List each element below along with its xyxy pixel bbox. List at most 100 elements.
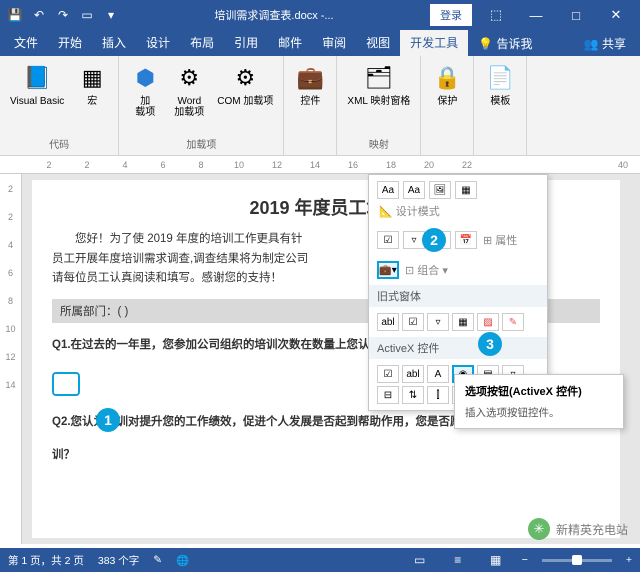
legacy-forms-grid: abl ☑ ▿ ▦ ▨ ✎ [369,307,547,337]
activex-scrollbar-icon[interactable]: ⫿ [427,386,449,404]
web-layout-icon[interactable]: ▦ [484,550,508,570]
xml-mapping-button[interactable]: 🗂 XML 映射窗格 [343,60,414,109]
activex-controls-header: ActiveX 控件 [369,337,547,359]
tab-references[interactable]: 引用 [224,30,268,56]
design-mode-button[interactable]: 📐 设计模式 [379,203,440,219]
legacy-shading-icon[interactable]: ▨ [477,313,499,331]
legacy-tools-button[interactable]: 💼▾ [377,261,399,279]
tab-review[interactable]: 审阅 [312,30,356,56]
tab-layout[interactable]: 布局 [180,30,224,56]
legacy-combobox-icon[interactable]: ▿ [427,313,449,331]
activex-textbox-icon[interactable]: abl [402,365,424,383]
ribbon-tabs: 文件 开始 插入 设计 布局 引用 邮件 审阅 视图 开发工具 💡 告诉我 👥 … [0,30,640,56]
group-code: 📘 Visual Basic ▦ 宏 代码 [0,56,119,155]
lock-icon: 🔒 [431,62,463,94]
xml-mapping-icon: 🗂 [363,62,395,94]
checkbox-control-icon[interactable]: ☑ [377,231,399,249]
addins-icon: ⬢ [129,62,161,94]
callout-2: 2 [422,228,446,252]
group-template: 📄 模板 [474,56,527,155]
group-code-label: 代码 [6,134,112,153]
zoom-in-icon[interactable]: + [626,554,632,566]
legacy-frame-icon[interactable]: ▦ [452,313,474,331]
controls-icon: 💼 [294,62,326,94]
document-title: 培训需求调查表.docx -... [122,7,426,23]
group-addins-label: 加载项 [125,134,277,153]
tab-developer[interactable]: 开发工具 [400,30,468,56]
question-2-cont: 训？ [52,447,600,464]
close-icon[interactable]: ✕ [596,0,636,30]
callout-1: 1 [96,408,120,432]
com-addins-icon: ⚙ [229,62,261,94]
page-count[interactable]: 第 1 页，共 2 页 [8,553,84,568]
word-addins-button[interactable]: ⚙ Word 加载项 [169,60,209,120]
save-icon[interactable]: 💾 [4,4,26,26]
open-icon[interactable]: ▾ [100,4,122,26]
controls-button[interactable]: 💼 控件 [290,60,330,109]
picture-control-icon[interactable]: 🖼 [429,181,451,199]
tooltip-title: 选项按钮(ActiveX 控件) [465,383,613,399]
zoom-slider[interactable] [542,559,612,562]
tell-me[interactable]: 💡 告诉我 [468,31,542,56]
activex-commandbutton-icon[interactable]: A [427,365,449,383]
macros-icon: ▦ [76,62,108,94]
tab-home[interactable]: 开始 [48,30,92,56]
legacy-textbox-icon[interactable]: abl [377,313,399,331]
word-count[interactable]: 383 个字 [98,553,139,568]
legacy-reset-icon[interactable]: ✎ [502,313,524,331]
callout-3: 3 [478,332,502,356]
language-icon[interactable]: 🌐 [176,554,189,567]
new-icon[interactable]: ▭ [76,4,98,26]
tab-file[interactable]: 文件 [4,30,48,56]
quick-access-toolbar: 💾 ↶ ↷ ▭ ▾ [4,4,122,26]
com-addins-button[interactable]: ⚙ COM 加载项 [213,60,277,109]
maximize-icon[interactable]: □ [556,0,596,30]
legacy-checkbox-icon[interactable]: ☑ [402,313,424,331]
rich-text-icon[interactable]: Aa [377,181,399,199]
title-bar: 💾 ↶ ↷ ▭ ▾ 培训需求调查表.docx -... 登录 ⬚ ― □ ✕ [0,0,640,30]
protect-button[interactable]: 🔒 保护 [427,60,467,109]
group-button[interactable]: ⊡ 组合 ▾ [405,262,448,278]
minimize-icon[interactable]: ― [516,0,556,30]
visual-basic-button[interactable]: 📘 Visual Basic [6,60,68,109]
tab-insert[interactable]: 插入 [92,30,136,56]
group-mapping: 🗂 XML 映射窗格 映射 [337,56,421,155]
group-addins: ⬢ 加 载项 ⚙ Word 加载项 ⚙ COM 加载项 加载项 [119,56,284,155]
building-block-icon[interactable]: ▦ [455,181,477,199]
addins-button[interactable]: ⬢ 加 载项 [125,60,165,120]
tab-mailings[interactable]: 邮件 [268,30,312,56]
tooltip: 选项按钮(ActiveX 控件) 插入选项按钮控件。 [454,374,624,429]
share-button[interactable]: 👥 共享 [574,31,636,56]
group-mapping-label: 映射 [343,134,414,153]
legacy-forms-header: 旧式窗体 [369,285,547,307]
tab-view[interactable]: 视图 [356,30,400,56]
visual-basic-icon: 📘 [21,62,53,94]
activex-toggle-icon[interactable]: ⊟ [377,386,399,404]
ruler-horizontal[interactable]: 224681012141618202240 [0,156,640,174]
window-controls: ⬚ ― □ ✕ [476,0,636,30]
group-protect: 🔒 保护 [421,56,474,155]
print-layout-icon[interactable]: ≡ [446,550,470,570]
date-control-icon[interactable]: 📅 [455,231,477,249]
redo-icon[interactable]: ↷ [52,4,74,26]
plain-text-icon[interactable]: Aa [403,181,425,199]
activex-checkbox-icon[interactable]: ☑ [377,365,399,383]
wechat-icon: ✳ [528,518,550,540]
macros-button[interactable]: ▦ 宏 [72,60,112,109]
ruler-vertical[interactable]: 2 2 4 6 8 10 12 14 [0,174,22,544]
group-controls: 💼 控件 [284,56,337,155]
login-button[interactable]: 登录 [430,4,472,26]
template-button[interactable]: 📄 模板 [480,60,520,109]
tooltip-body: 插入选项按钮控件。 [465,405,613,420]
activex-spin-icon[interactable]: ⇅ [402,386,424,404]
properties-button[interactable]: ⊞ 属性 [483,232,517,248]
word-addins-icon: ⚙ [173,62,205,94]
read-mode-icon[interactable]: ▭ [408,550,432,570]
option-button-control[interactable] [52,372,80,396]
spellcheck-icon[interactable]: ✎ [153,554,162,566]
tab-design[interactable]: 设计 [136,30,180,56]
template-icon: 📄 [484,62,516,94]
undo-icon[interactable]: ↶ [28,4,50,26]
zoom-out-icon[interactable]: − [522,554,528,566]
ribbon-options-icon[interactable]: ⬚ [476,0,516,30]
